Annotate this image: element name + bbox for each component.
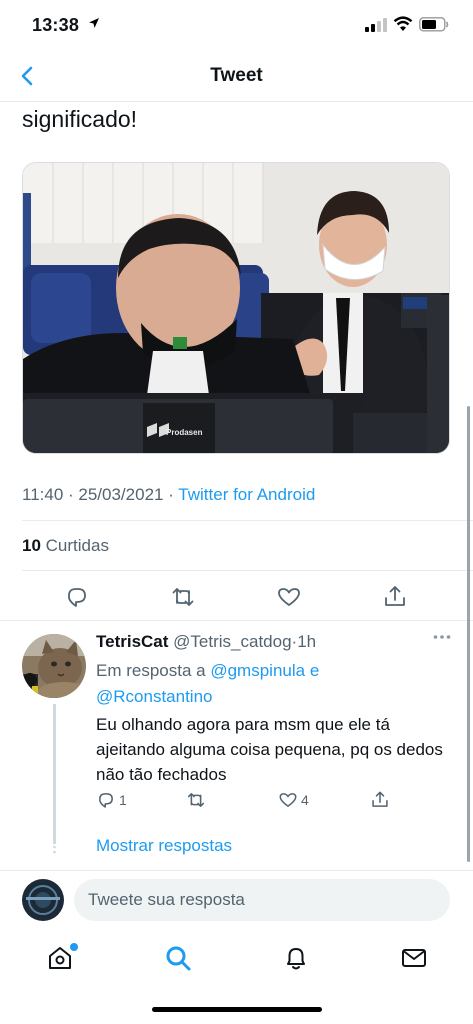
tweet-actions [0, 580, 473, 614]
media-photo: Prodasen [23, 163, 449, 453]
reply-author-name[interactable]: TetrisCat [96, 632, 168, 651]
wifi-icon [393, 16, 413, 31]
mail-icon [402, 949, 426, 967]
reply-icon [99, 793, 113, 808]
likes-label: Curtidas [45, 536, 109, 555]
share-icon [372, 791, 388, 807]
reply-reply-button[interactable]: 1 [96, 790, 127, 810]
tweet-date: 25/03/2021 [78, 485, 164, 504]
user-avatar-image [22, 879, 64, 921]
retweet-icon [187, 793, 205, 807]
tab-notifications[interactable] [282, 944, 312, 974]
home-indicator[interactable] [152, 1007, 322, 1012]
like-heart-icon[interactable] [276, 584, 302, 610]
tweet-time: 11:40 [22, 485, 64, 504]
search-icon [166, 946, 191, 971]
scrollbar[interactable] [467, 406, 470, 862]
share-icon[interactable] [382, 584, 408, 610]
tweet-text: significado! [22, 106, 138, 132]
status-bar: 13:38 [0, 0, 473, 52]
location-arrow-icon [89, 18, 99, 28]
tweet-source-link[interactable]: Twitter for Android [178, 485, 315, 504]
retweet-icon[interactable] [170, 584, 196, 610]
reply-time: 1h [297, 632, 317, 651]
mention-link[interactable]: @Rconstantino [96, 687, 213, 706]
replying-to: Em resposta a @gmspinula e @Rconstantino [96, 658, 319, 710]
reply-icon[interactable] [64, 584, 90, 610]
reply-share-button[interactable] [370, 790, 390, 810]
reply-header: TetrisCat @Tetris_catdog·1h [96, 632, 316, 652]
tab-messages[interactable] [400, 944, 430, 974]
reply-input[interactable] [74, 879, 450, 921]
thread-line [53, 704, 56, 844]
reply-retweet-button[interactable] [186, 790, 206, 810]
tab-home[interactable] [46, 943, 78, 974]
divider [22, 520, 473, 521]
cat-avatar-image [22, 634, 86, 698]
reply-author-handle[interactable]: @Tetris_catdog [173, 632, 291, 651]
battery-icon [419, 17, 449, 32]
cellular-signal-icon [365, 18, 387, 32]
status-time: 13:38 [32, 15, 80, 35]
reply-count: 1 [119, 792, 127, 808]
avatar[interactable] [22, 634, 86, 698]
prodasen-label: Prodasen [166, 428, 203, 437]
bell-icon [287, 948, 305, 970]
reply-actions: 1 4 [96, 790, 396, 812]
likes-summary[interactable]: 10 Curtidas [22, 536, 109, 556]
reply-text: Eu olhando agora para msm que ele tá aje… [96, 715, 443, 784]
thread-dots-icon [53, 840, 56, 854]
replying-to-label: Em resposta a [96, 661, 206, 680]
mention-link[interactable]: @gmspinula [210, 661, 305, 680]
tweet-media-image[interactable]: Prodasen [22, 162, 450, 454]
reply-like-count: 4 [301, 792, 309, 808]
reply-like-button[interactable]: 4 [278, 790, 309, 810]
likes-count: 10 [22, 536, 41, 555]
more-options-icon[interactable] [433, 634, 451, 640]
user-avatar[interactable] [22, 879, 64, 921]
reply-tweet[interactable]: TetrisCat @Tetris_catdog·1h Em resposta … [0, 620, 473, 870]
tab-search[interactable] [164, 944, 194, 974]
nav-bar: Tweet [0, 52, 473, 102]
compose-bar [0, 870, 473, 932]
tweet-timestamp: 11:40 · 25/03/2021 · Twitter for Android [22, 485, 316, 504]
notification-dot [70, 943, 78, 951]
divider [22, 570, 473, 571]
show-replies-link[interactable]: Mostrar respostas [96, 836, 232, 856]
conjunction[interactable]: e [310, 661, 319, 680]
like-heart-icon [279, 793, 297, 807]
page-title: Tweet [210, 65, 263, 86]
